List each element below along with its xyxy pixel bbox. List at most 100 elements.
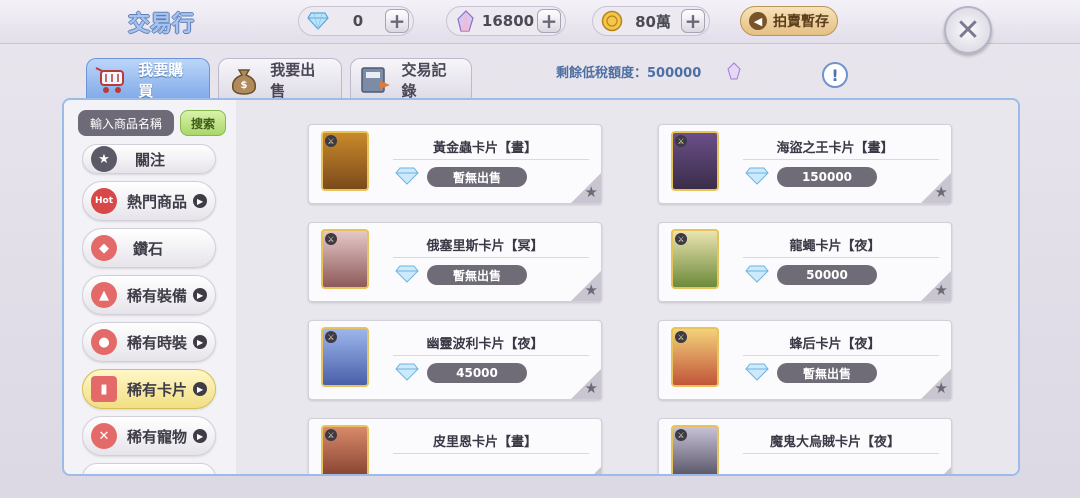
category-favorites[interactable]: ★ 關注	[82, 144, 216, 174]
svg-text:$: $	[240, 80, 247, 91]
tab-buy-label: 我要購買	[138, 60, 184, 100]
add-zeny-button[interactable]: +	[681, 9, 705, 33]
back-arrow-icon: ◀	[749, 12, 767, 30]
item-card[interactable]: ⚔ 黃金蟲卡片【晝】 暫無出售 ★	[308, 124, 602, 204]
divider	[393, 453, 589, 454]
category-label: 熱門商品	[127, 192, 188, 211]
item-price: 暫無出售	[777, 363, 877, 383]
favorite-star-icon[interactable]: ★	[585, 281, 598, 299]
chevron-right-icon: ▶	[193, 382, 208, 396]
favorite-star-icon[interactable]: ★	[935, 379, 948, 397]
diamond-icon	[395, 265, 419, 287]
crystal-icon	[453, 10, 479, 32]
category-label: 稀有卡片	[127, 380, 188, 399]
item-card[interactable]: ⚔ 皮里恩卡片【晝】	[308, 418, 602, 474]
category-label: 稀有時裝	[127, 333, 188, 352]
divider	[393, 159, 589, 160]
divider	[743, 257, 939, 258]
card-type-icon: ⚔	[325, 135, 337, 147]
search-input[interactable]: 輸入商品名稱	[78, 110, 174, 136]
diamond-icon	[745, 167, 769, 189]
chevron-right-icon: ▶	[193, 288, 208, 302]
diamond-icon	[395, 167, 419, 189]
card-image: ⚔	[321, 131, 369, 191]
search-button[interactable]: 搜索	[180, 110, 226, 136]
tab-buy[interactable]: 我要購買	[86, 58, 210, 100]
item-price: 45000	[427, 363, 527, 383]
add-crystal-button[interactable]: +	[537, 9, 561, 33]
zeny-coin-icon	[599, 10, 625, 32]
card-type-icon: ⚔	[325, 429, 337, 441]
zeny-balance: 80萬 +	[592, 6, 710, 36]
category-rare-equipment[interactable]: ▲ 稀有裝備 ▶	[82, 275, 216, 315]
close-button[interactable]: ✕	[944, 6, 992, 54]
item-card[interactable]: ⚔ 魔鬼大烏賊卡片【夜】	[658, 418, 952, 474]
item-name: 龍蠅卡片【夜】	[789, 239, 881, 254]
diamond-icon	[745, 363, 769, 385]
category-rare-costume[interactable]: ● 稀有時裝 ▶	[82, 322, 216, 362]
item-card[interactable]: ⚔ 俄塞里斯卡片【冥】 暫無出售 ★	[308, 222, 602, 302]
hot-icon: Hot	[91, 188, 117, 214]
star-icon: ★	[91, 146, 117, 172]
add-diamond-button[interactable]: +	[385, 9, 409, 33]
diamond-icon	[745, 265, 769, 287]
item-name: 皮里恩卡片【晝】	[432, 435, 537, 450]
armor-icon: ▲	[91, 282, 117, 308]
auction-stash-button[interactable]: ◀ 拍賣暫存	[740, 6, 838, 36]
category-rare-card[interactable]: ▮ 稀有卡片 ▶	[82, 369, 216, 409]
card-type-icon: ⚔	[675, 429, 687, 441]
favorite-star-icon[interactable]: ★	[935, 183, 948, 201]
item-card[interactable]: ⚔ 幽靈波利卡片【夜】 45000 ★	[308, 320, 602, 400]
item-grid: ⚔ 黃金蟲卡片【晝】 暫無出售 ★ ⚔ 海盜之王卡片【晝】 150000 ★ ⚔…	[236, 100, 1018, 474]
record-book-icon	[357, 63, 393, 97]
card-image: ⚔	[671, 229, 719, 289]
category-list[interactable]: ★ 關注 Hot 熱門商品 ▶ ◆ 鑽石 ▲ 稀有裝備 ▶ ● 稀有時裝 ▶ ▮…	[82, 144, 218, 474]
chevron-right-icon: ▶	[193, 194, 208, 208]
info-button[interactable]: !	[822, 62, 848, 88]
item-card[interactable]: ⚔ 海盜之王卡片【晝】 150000 ★	[658, 124, 952, 204]
item-name: 蜂后卡片【夜】	[789, 337, 881, 352]
item-price: 150000	[777, 167, 877, 187]
divider	[743, 453, 939, 454]
divider	[393, 257, 589, 258]
item-name: 魔鬼大烏賊卡片【夜】	[769, 435, 900, 450]
bone-icon: ✕	[91, 423, 117, 449]
category-hot-items[interactable]: Hot 熱門商品 ▶	[82, 181, 216, 221]
category-diamond[interactable]: ◆ 鑽石	[82, 228, 216, 268]
divider	[393, 355, 589, 356]
category-label: 稀有寵物	[127, 427, 188, 446]
card-type-icon: ⚔	[675, 331, 687, 343]
favorite-star-icon[interactable]: ★	[585, 379, 598, 397]
tab-records[interactable]: 交易記錄	[350, 58, 472, 100]
card-type-icon: ⚔	[325, 331, 337, 343]
category-more[interactable]	[82, 463, 216, 474]
favorite-star-icon[interactable]: ★	[935, 281, 948, 299]
tab-records-label: 交易記錄	[401, 60, 447, 100]
item-name: 海盜之王卡片【晝】	[776, 141, 894, 156]
diamond-balance: 0 +	[298, 6, 414, 36]
divider	[743, 159, 939, 160]
tax-quota-text: 剩餘低稅額度：500000	[556, 66, 702, 81]
card-image: ⚔	[671, 425, 719, 474]
crystal-icon	[726, 62, 742, 84]
costume-icon: ●	[91, 329, 117, 355]
card-image: ⚔	[671, 131, 719, 191]
diamond-icon: ◆	[91, 235, 117, 261]
chevron-right-icon: ▶	[193, 429, 208, 443]
card-type-icon: ⚔	[675, 233, 687, 245]
category-rare-pet[interactable]: ✕ 稀有寵物 ▶	[82, 416, 216, 456]
item-name: 俄塞里斯卡片【冥】	[426, 239, 544, 254]
page-title: 交易行	[128, 12, 195, 37]
auction-stash-label: 拍賣暫存	[773, 14, 829, 30]
favorite-star-icon[interactable]: ★	[585, 183, 598, 201]
item-card[interactable]: ⚔ 龍蠅卡片【夜】 50000 ★	[658, 222, 952, 302]
main-panel: 輸入商品名稱 搜索 ★ 關注 Hot 熱門商品 ▶ ◆ 鑽石 ▲ 稀有裝備 ▶ …	[62, 98, 1020, 476]
item-price: 暫無出售	[427, 167, 527, 187]
card-type-icon: ⚔	[675, 135, 687, 147]
tab-sell[interactable]: $ 我要出售	[218, 58, 342, 100]
item-card[interactable]: ⚔ 蜂后卡片【夜】 暫無出售 ★	[658, 320, 952, 400]
card-image: ⚔	[321, 229, 369, 289]
item-name: 幽靈波利卡片【夜】	[426, 337, 544, 352]
shopping-cart-icon	[93, 63, 130, 97]
crystal-amount: 16800	[481, 12, 535, 30]
